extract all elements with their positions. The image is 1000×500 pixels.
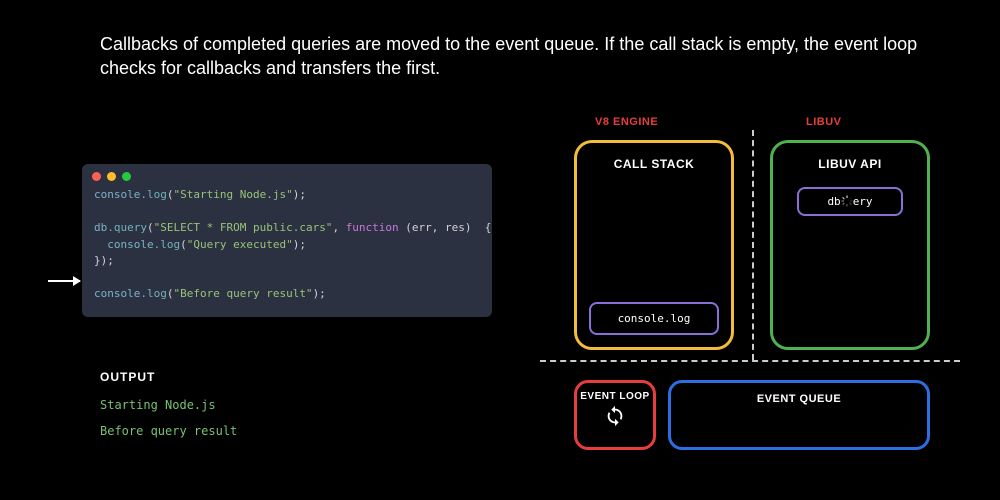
code-token: ); — [293, 188, 306, 201]
call-stack-title: CALL STACK — [577, 143, 731, 171]
current-line-arrow — [48, 280, 80, 282]
code-token: console — [94, 188, 140, 201]
code-token: ( — [180, 238, 187, 251]
output-title: OUTPUT — [100, 370, 237, 384]
region-divider — [752, 130, 754, 360]
code-token: , — [332, 221, 345, 234]
code-token: function — [346, 221, 399, 234]
code-token: "Before query result" — [173, 287, 312, 300]
window-traffic-lights — [82, 164, 492, 185]
caption-text: Callbacks of completed queries are moved… — [100, 32, 940, 81]
code-token: (err, res) { — [399, 221, 492, 234]
code-token: }); — [94, 254, 114, 267]
close-icon — [92, 172, 101, 181]
event-queue-title: EVENT QUEUE — [671, 383, 927, 405]
code-token: "Starting Node.js" — [173, 188, 292, 201]
libuv-pending-item: dbery — [797, 187, 903, 216]
output-line: Starting Node.js — [100, 398, 237, 412]
code-token: ( — [147, 221, 154, 234]
libuv-item-suffix: ery — [853, 195, 873, 208]
code-token: "Query executed" — [187, 238, 293, 251]
maximize-icon — [122, 172, 131, 181]
code-block: console.log("Starting Node.js"); db.quer… — [82, 185, 492, 307]
code-token: .log — [140, 287, 167, 300]
loading-spinner-icon — [841, 195, 853, 207]
libuv-label: LIBUV — [806, 116, 842, 128]
event-loop-title: EVENT LOOP — [577, 383, 653, 403]
libuv-api-title: LIBUV API — [773, 143, 927, 171]
v8-engine-label: V8 ENGINE — [595, 116, 658, 128]
libuv-api-box: LIBUV API dbery — [770, 140, 930, 350]
output-line: Before query result — [100, 424, 237, 438]
call-stack-frame: console.log — [589, 302, 719, 335]
libuv-item-prefix: db — [827, 195, 840, 208]
code-token: .query — [107, 221, 147, 234]
code-token: ); — [313, 287, 326, 300]
output-panel: OUTPUT Starting Node.js Before query res… — [100, 370, 237, 450]
event-queue-box: EVENT QUEUE — [668, 380, 930, 450]
code-editor: console.log("Starting Node.js"); db.quer… — [82, 164, 492, 317]
loop-icon — [577, 405, 653, 431]
code-token — [94, 238, 107, 251]
code-token: .log — [140, 188, 167, 201]
code-token: console — [107, 238, 153, 251]
code-token: ); — [293, 238, 306, 251]
code-token: db — [94, 221, 107, 234]
code-token: "SELECT * FROM public.cars" — [154, 221, 333, 234]
code-token: console — [94, 287, 140, 300]
code-token: .log — [154, 238, 181, 251]
event-loop-box: EVENT LOOP — [574, 380, 656, 450]
minimize-icon — [107, 172, 116, 181]
call-stack-box: CALL STACK console.log — [574, 140, 734, 350]
region-divider-bottom — [540, 360, 960, 362]
